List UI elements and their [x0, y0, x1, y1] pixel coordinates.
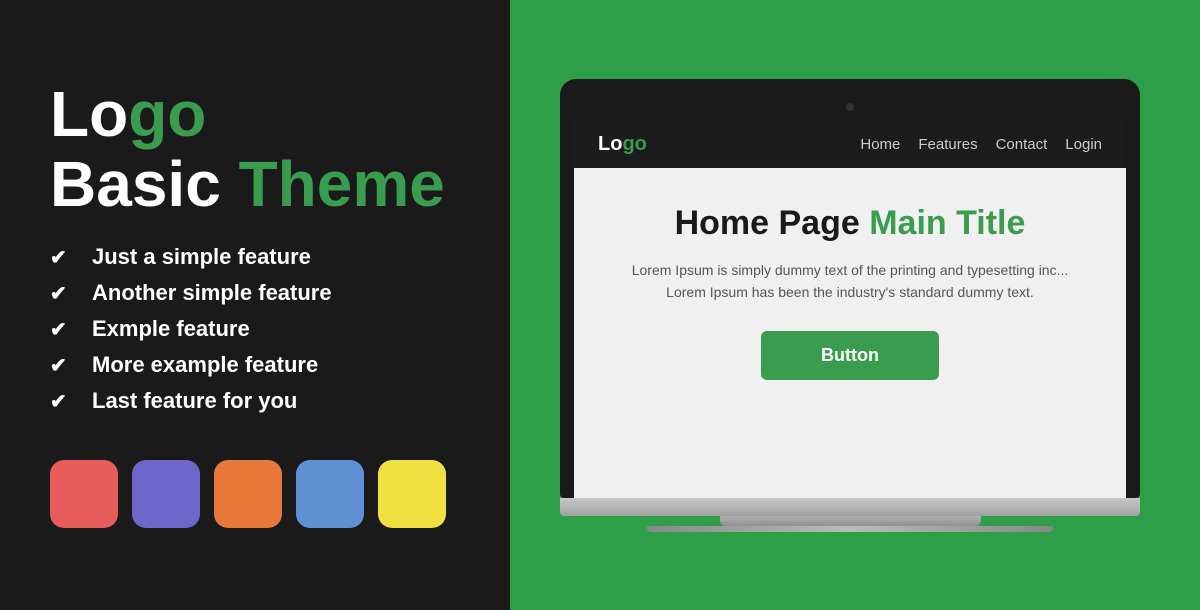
feature-text-5: Last feature for you	[92, 388, 297, 414]
yellow-swatch[interactable]	[378, 460, 446, 528]
laptop-stand	[720, 516, 981, 526]
laptop-base	[560, 498, 1140, 516]
laptop-notch	[574, 93, 1126, 121]
check-icon-1: ✔	[50, 245, 78, 270]
feature-text-3: Exmple feature	[92, 316, 250, 342]
check-icon-5: ✔	[50, 389, 78, 414]
laptop-screen: Logo Home Features Contact Login Home Pa…	[574, 93, 1126, 498]
right-panel: Logo Home Features Contact Login Home Pa…	[510, 0, 1200, 610]
page-description: Lorem Ipsum is simply dummy text of the …	[614, 259, 1086, 304]
check-icon-4: ✔	[50, 353, 78, 378]
page-main-title: Home Page Main Title	[614, 204, 1086, 243]
laptop-outer: Logo Home Features Contact Login Home Pa…	[560, 79, 1140, 498]
orange-swatch[interactable]	[214, 460, 282, 528]
browser-logo-lo: Lo	[598, 133, 622, 155]
nav-features[interactable]: Features	[918, 136, 977, 153]
laptop-camera	[846, 103, 854, 111]
features-list: ✔ Just a simple feature ✔ Another simple…	[50, 244, 460, 424]
browser-logo: Logo	[598, 133, 647, 156]
red-swatch[interactable]	[50, 460, 118, 528]
feature-item-5: ✔ Last feature for you	[50, 388, 460, 414]
nav-login[interactable]: Login	[1065, 136, 1102, 153]
browser-content: Home Page Main Title Lorem Ipsum is simp…	[574, 168, 1126, 498]
check-icon-3: ✔	[50, 317, 78, 342]
feature-item-3: ✔ Exmple feature	[50, 316, 460, 342]
logo-text-go: go	[128, 78, 206, 150]
blue-swatch[interactable]	[296, 460, 364, 528]
page-title-green: Main Title	[869, 204, 1025, 242]
feature-text-4: More example feature	[92, 352, 318, 378]
feature-text-1: Just a simple feature	[92, 244, 311, 270]
page-cta-button[interactable]: Button	[761, 331, 939, 380]
feature-text-2: Another simple feature	[92, 280, 332, 306]
page-title-black: Home Page	[675, 204, 870, 242]
theme-heading: Basic Theme	[50, 152, 460, 216]
feature-item-2: ✔ Another simple feature	[50, 280, 460, 306]
logo-text-lo: Lo	[50, 78, 128, 150]
browser-navbar: Logo Home Features Contact Login	[574, 121, 1126, 168]
nav-home[interactable]: Home	[860, 136, 900, 153]
laptop-mockup: Logo Home Features Contact Login Home Pa…	[560, 79, 1140, 532]
check-icon-2: ✔	[50, 281, 78, 306]
left-panel: Logo Basic Theme ✔ Just a simple feature…	[0, 0, 510, 610]
theme-label: Theme	[239, 148, 445, 220]
basic-label: Basic	[50, 148, 239, 220]
color-swatches	[50, 460, 460, 528]
purple-swatch[interactable]	[132, 460, 200, 528]
feature-item-1: ✔ Just a simple feature	[50, 244, 460, 270]
laptop-foot	[647, 526, 1053, 532]
nav-contact[interactable]: Contact	[996, 136, 1048, 153]
browser-nav-links: Home Features Contact Login	[860, 136, 1102, 153]
logo-heading: Logo	[50, 82, 460, 146]
browser-logo-go: go	[622, 133, 646, 155]
feature-item-4: ✔ More example feature	[50, 352, 460, 378]
